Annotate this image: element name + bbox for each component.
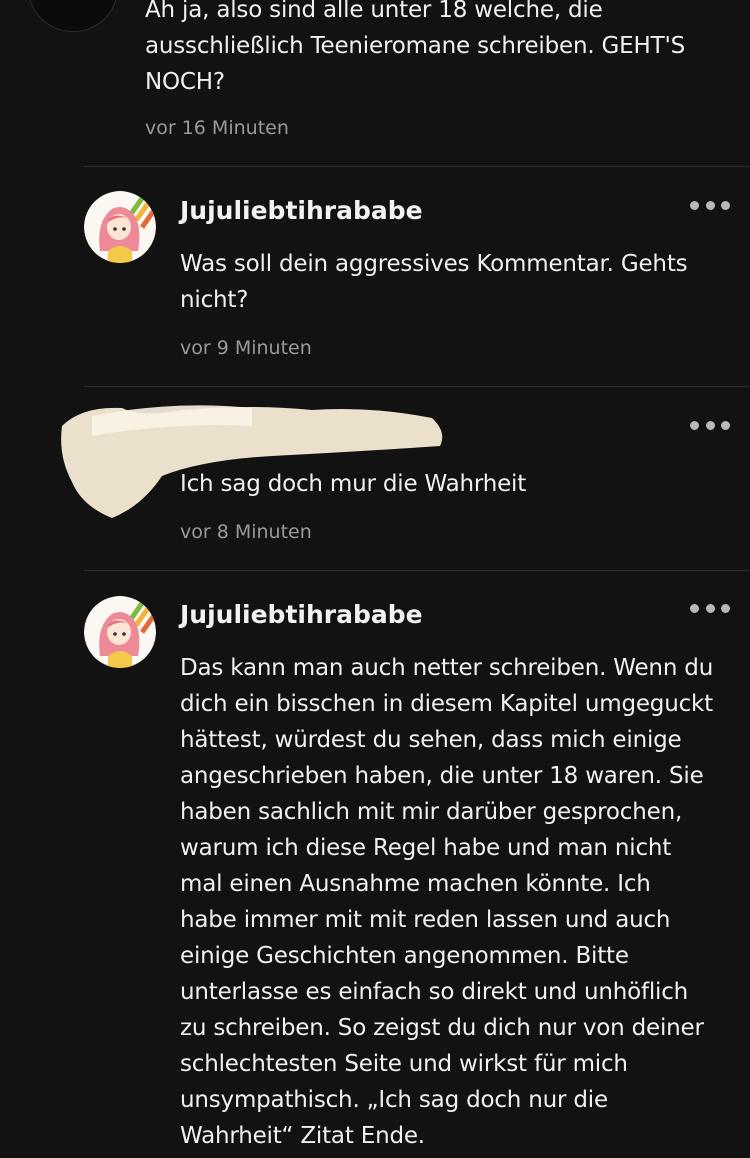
divider xyxy=(84,570,750,571)
reply-1-text: Was soll dein aggressives Kommentar. Geh… xyxy=(180,246,740,318)
reply-1-username[interactable]: Jujuliebtihrababe xyxy=(180,196,423,225)
reply-3-line: dich ein bisschen in diesem Kapitel umge… xyxy=(180,691,713,717)
more-horizontal-icon xyxy=(690,420,699,430)
reply-3-line: hättest, würdest du sehen, dass mich ein… xyxy=(180,727,682,753)
reply-3-line: unterlasse es einfach so direkt und unhö… xyxy=(180,979,689,1005)
reply-3-line: unsympathisch. „Ich sag doch nur die xyxy=(180,1087,608,1113)
reply-3-line: zu schreiben. So zeigst du dich nur von … xyxy=(180,1015,704,1041)
reply-2-text: Ich sag doch mur die Wahrheit xyxy=(180,466,740,502)
reply-2-line: Ich sag doch mur die Wahrheit xyxy=(180,471,527,497)
comment-top-line: ausschließlich Teenieromane schreiben. G… xyxy=(145,33,685,59)
reply-2-username-hidden xyxy=(180,420,220,442)
reply-3-line: haben sachlich mit mir darüber gesproche… xyxy=(180,799,683,825)
divider xyxy=(84,386,750,387)
reply-1-line: nicht? xyxy=(180,287,249,313)
comment-top-time: vor 16 Minuten xyxy=(145,117,289,139)
reply-3-line: Wahrheit“ Zitat Ende. xyxy=(180,1123,425,1149)
cat-avatar-icon xyxy=(29,0,117,31)
avatar-icon xyxy=(84,596,156,668)
more-horizontal-icon xyxy=(690,200,699,210)
avatar-icon xyxy=(84,191,156,263)
divider xyxy=(84,166,750,167)
avatar-jujuliebtihrababe[interactable] xyxy=(84,596,156,668)
reply-3-line: warum ich diese Regel habe und man nicht xyxy=(180,835,672,861)
more-options-button[interactable] xyxy=(690,598,730,618)
comment-top-line: Ah ja, also sind alle unter 18 welche, d… xyxy=(145,0,603,23)
more-horizontal-icon xyxy=(690,603,699,613)
reply-3-line: habe immer mit mit reden lassen und auch xyxy=(180,907,671,933)
redaction-overlay xyxy=(61,405,443,518)
comment-top-line: NOCH? xyxy=(145,69,225,95)
more-options-button[interactable] xyxy=(690,415,730,435)
avatar-jujuliebtihrababe[interactable] xyxy=(84,191,156,263)
more-options-button[interactable] xyxy=(690,195,730,215)
comment-top-text: Ah ja, also sind alle unter 18 welche, d… xyxy=(145,0,745,100)
reply-2-time: vor 8 Minuten xyxy=(180,521,312,543)
reply-3-text: Das kann man auch netter schreiben. Wenn… xyxy=(180,650,745,1154)
reply-3-line: mal einen Ausnahme machen könnte. Ich xyxy=(180,871,651,897)
reply-1-time: vor 9 Minuten xyxy=(180,337,312,359)
reply-3-line: Das kann man auch netter schreiben. Wenn… xyxy=(180,655,714,681)
reply-3-line: schlechtesten Seite und wirkst für mich xyxy=(180,1051,628,1077)
reply-1-line: Was soll dein aggressives Kommentar. Geh… xyxy=(180,251,688,277)
reply-3-username[interactable]: Jujuliebtihrababe xyxy=(180,600,423,629)
reply-3-line: angeschrieben haben, die unter 18 waren.… xyxy=(180,763,704,789)
avatar-top[interactable] xyxy=(28,0,118,32)
reply-3-line: einige Geschichten angenommen. Bitte xyxy=(180,943,629,969)
